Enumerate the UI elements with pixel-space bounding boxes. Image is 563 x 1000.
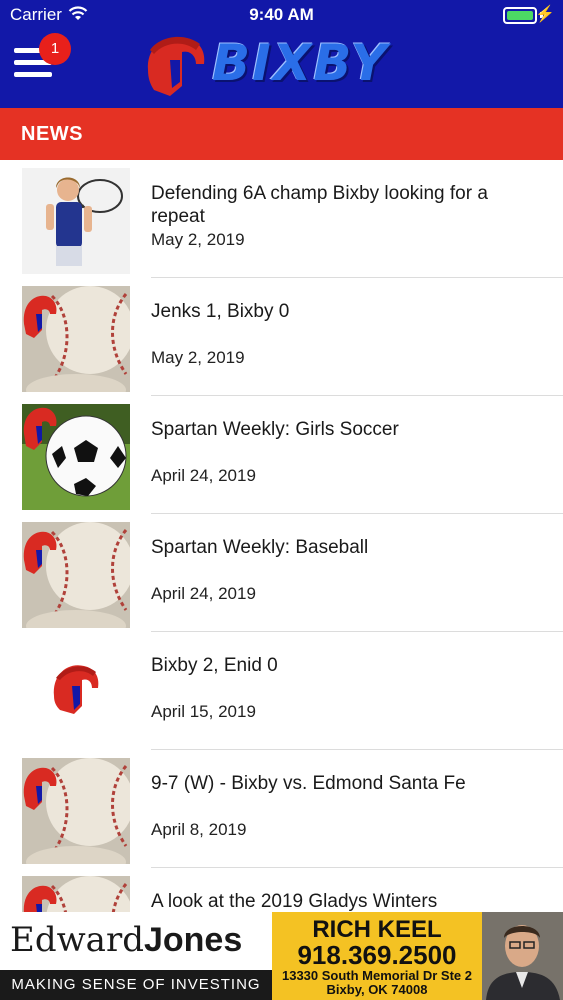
- news-thumbnail-baseball: [22, 876, 130, 912]
- news-date: May 2, 2019: [151, 348, 245, 367]
- ad-brand-panel: EdwardJones MAKING SENSE OF INVESTING: [0, 912, 272, 1000]
- news-headline: Spartan Weekly: Baseball: [151, 537, 369, 558]
- news-date: April 24, 2019: [151, 466, 256, 485]
- news-item[interactable]: Defending 6A champ Bixby looking for a r…: [0, 160, 563, 278]
- status-bar: Carrier 9:40 AM ⚡: [0, 0, 563, 30]
- section-header: NEWS: [0, 108, 563, 160]
- news-item[interactable]: Bixby 2, Enid 0 April 15, 2019: [0, 632, 563, 750]
- ad-brand-regular: Edward: [10, 920, 144, 960]
- spartan-helmet-icon: [147, 36, 205, 96]
- ad-tagline: MAKING SENSE OF INVESTING: [0, 970, 272, 1000]
- ad-brand: EdwardJones: [10, 920, 242, 960]
- news-item[interactable]: Jenks 1, Bixby 0 May 2, 2019: [0, 278, 563, 396]
- news-date: April 24, 2019: [151, 584, 256, 603]
- news-item[interactable]: 9-7 (W) - Bixby vs. Edmond Santa Fe Apri…: [0, 750, 563, 868]
- ad-agent-photo: [482, 912, 563, 1000]
- news-list: Defending 6A champ Bixby looking for a r…: [0, 160, 563, 912]
- news-headline: Bixby 2, Enid 0: [151, 655, 278, 676]
- ad-address-line1: 13330 South Memorial Dr Ste 2: [281, 968, 472, 983]
- app-screen: Carrier 9:40 AM ⚡ 1 BIXBY NEWS Defending…: [0, 0, 563, 1000]
- news-date: May 2, 2019: [151, 230, 245, 249]
- news-thumbnail-baseball: [22, 522, 130, 628]
- ad-banner[interactable]: EdwardJones MAKING SENSE OF INVESTING RI…: [0, 912, 563, 1000]
- bixby-logo: BIXBY: [140, 30, 430, 102]
- news-item[interactable]: Spartan Weekly: Baseball April 24, 2019: [0, 514, 563, 632]
- notification-badge[interactable]: 1: [39, 33, 71, 65]
- news-headline: Spartan Weekly: Girls Soccer: [151, 419, 399, 440]
- clock: 9:40 AM: [249, 5, 314, 24]
- charging-icon: ⚡: [535, 6, 555, 23]
- news-headline: A look at the 2019 Gladys Winters: [151, 891, 438, 912]
- news-headline: Jenks 1, Bixby 0: [151, 301, 290, 322]
- news-item[interactable]: Spartan Weekly: Girls Soccer April 24, 2…: [0, 396, 563, 514]
- ad-phone: 918.369.2500: [297, 940, 457, 970]
- news-date: April 15, 2019: [151, 702, 256, 721]
- news-item[interactable]: A look at the 2019 Gladys Winters: [0, 868, 563, 912]
- news-thumbnail-helmet: [22, 640, 130, 746]
- news-thumbnail-baseball: [22, 758, 130, 864]
- section-title: NEWS: [21, 123, 83, 145]
- header: Carrier 9:40 AM ⚡ 1 BIXBY: [0, 0, 563, 108]
- battery-icon: [503, 7, 537, 24]
- news-date: April 8, 2019: [151, 820, 247, 839]
- news-headline: 9-7 (W) - Bixby vs. Edmond Santa Fe: [151, 773, 466, 794]
- menu-icon-bar: [14, 72, 52, 77]
- ad-address-line2: Bixby, OK 74008: [326, 982, 428, 997]
- news-thumbnail-tennis: [22, 168, 130, 274]
- news-headline: Defending 6A champ Bixby looking for a r…: [151, 183, 488, 227]
- news-thumbnail-baseball: [22, 286, 130, 392]
- news-thumbnail-soccer: [22, 404, 130, 510]
- ad-contact-panel: RICH KEEL 918.369.2500 13330 South Memor…: [272, 912, 482, 1000]
- logo-text: BIXBY: [212, 34, 389, 92]
- ad-brand-bold: Jones: [143, 921, 243, 959]
